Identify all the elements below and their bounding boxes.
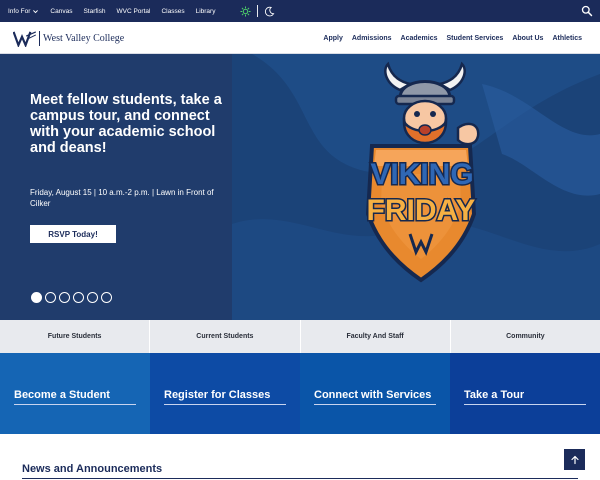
cta-underline	[464, 404, 586, 405]
site-logo[interactable]: West Valley College	[13, 30, 124, 47]
hero-carousel: Meet fellow students, take a campus tour…	[0, 54, 600, 320]
nav-admissions[interactable]: Admissions	[352, 35, 392, 42]
audience-tabs: Future Students Current Students Faculty…	[0, 320, 600, 353]
cta-label: Become a Student	[14, 389, 110, 401]
starfish-link[interactable]: Starfish	[83, 8, 105, 15]
page: Info For Canvas Starfish WVC Portal Clas…	[0, 0, 600, 480]
hero-event-details: Friday, August 15 | 10 a.m.-2 p.m. | Law…	[30, 188, 214, 208]
take-a-tour-tile[interactable]: Take a Tour	[450, 353, 600, 434]
tab-community[interactable]: Community	[450, 320, 600, 353]
carousel-dots	[31, 292, 112, 303]
cta-label: Take a Tour	[464, 389, 525, 401]
moon-icon[interactable]	[264, 6, 275, 17]
become-a-student-tile[interactable]: Become a Student	[0, 353, 150, 434]
nav-student-services[interactable]: Student Services	[447, 35, 504, 42]
cta-label: Register for Classes	[164, 389, 271, 401]
wvc-logo-mark-icon	[13, 31, 37, 47]
library-link[interactable]: Library	[196, 8, 216, 15]
site-header: West Valley College Apply Admissions Aca…	[0, 22, 600, 54]
cta-tiles: Become a Student Register for Classes Co…	[0, 353, 600, 434]
theme-toggle	[240, 5, 275, 17]
search-icon[interactable]	[581, 5, 593, 17]
utility-bar: Info For Canvas Starfish WVC Portal Clas…	[0, 0, 600, 22]
badge-line-1: VIKING	[370, 158, 473, 191]
arrow-up-icon	[570, 455, 579, 464]
cta-underline	[14, 404, 136, 405]
register-for-classes-tile[interactable]: Register for Classes	[150, 353, 300, 434]
connect-with-services-tile[interactable]: Connect with Services	[300, 353, 450, 434]
carousel-dot[interactable]	[45, 292, 56, 303]
tab-future-students[interactable]: Future Students	[0, 320, 151, 353]
back-to-top-button[interactable]	[564, 449, 585, 470]
theme-divider	[257, 5, 259, 17]
nav-academics[interactable]: Academics	[401, 35, 438, 42]
carousel-dot[interactable]	[87, 292, 98, 303]
hero-title: Meet fellow students, take a campus tour…	[30, 92, 222, 156]
nav-about-us[interactable]: About Us	[512, 35, 543, 42]
news-section: News and Announcements	[0, 434, 600, 480]
cta-label: Connect with Services	[314, 389, 432, 401]
hero-image-panel: VIKING FRIDAY	[232, 54, 600, 320]
viking-friday-illustration: VIKING FRIDAY	[232, 54, 600, 320]
carousel-dot[interactable]	[31, 292, 42, 303]
sun-icon[interactable]	[240, 5, 252, 17]
wvc-portal-link[interactable]: WVC Portal	[117, 8, 151, 15]
tab-current-students[interactable]: Current Students	[150, 320, 301, 353]
carousel-dot[interactable]	[59, 292, 70, 303]
logo-separator	[39, 31, 40, 46]
news-heading: News and Announcements	[22, 463, 163, 475]
cta-underline	[164, 404, 286, 405]
info-for-label: Info For	[8, 7, 31, 15]
logo-text: West Valley College	[43, 33, 125, 44]
hero-text-panel: Meet fellow students, take a campus tour…	[0, 54, 232, 320]
cta-underline	[314, 404, 436, 405]
canvas-link[interactable]: Canvas	[50, 8, 72, 15]
classes-link[interactable]: Classes	[161, 8, 184, 15]
carousel-dot[interactable]	[101, 292, 112, 303]
tab-faculty-and-staff[interactable]: Faculty And Staff	[300, 320, 451, 353]
main-nav: Apply Admissions Academics Student Servi…	[323, 22, 582, 54]
badge-line-2: FRIDAY	[367, 194, 476, 227]
rsvp-button[interactable]: RSVP Today!	[30, 225, 116, 243]
chevron-down-icon	[33, 9, 39, 13]
carousel-dot[interactable]	[73, 292, 84, 303]
nav-apply[interactable]: Apply	[323, 35, 342, 42]
info-for-menu[interactable]: Info For	[8, 8, 39, 15]
news-divider	[22, 478, 578, 479]
nav-athletics[interactable]: Athletics	[552, 35, 582, 42]
